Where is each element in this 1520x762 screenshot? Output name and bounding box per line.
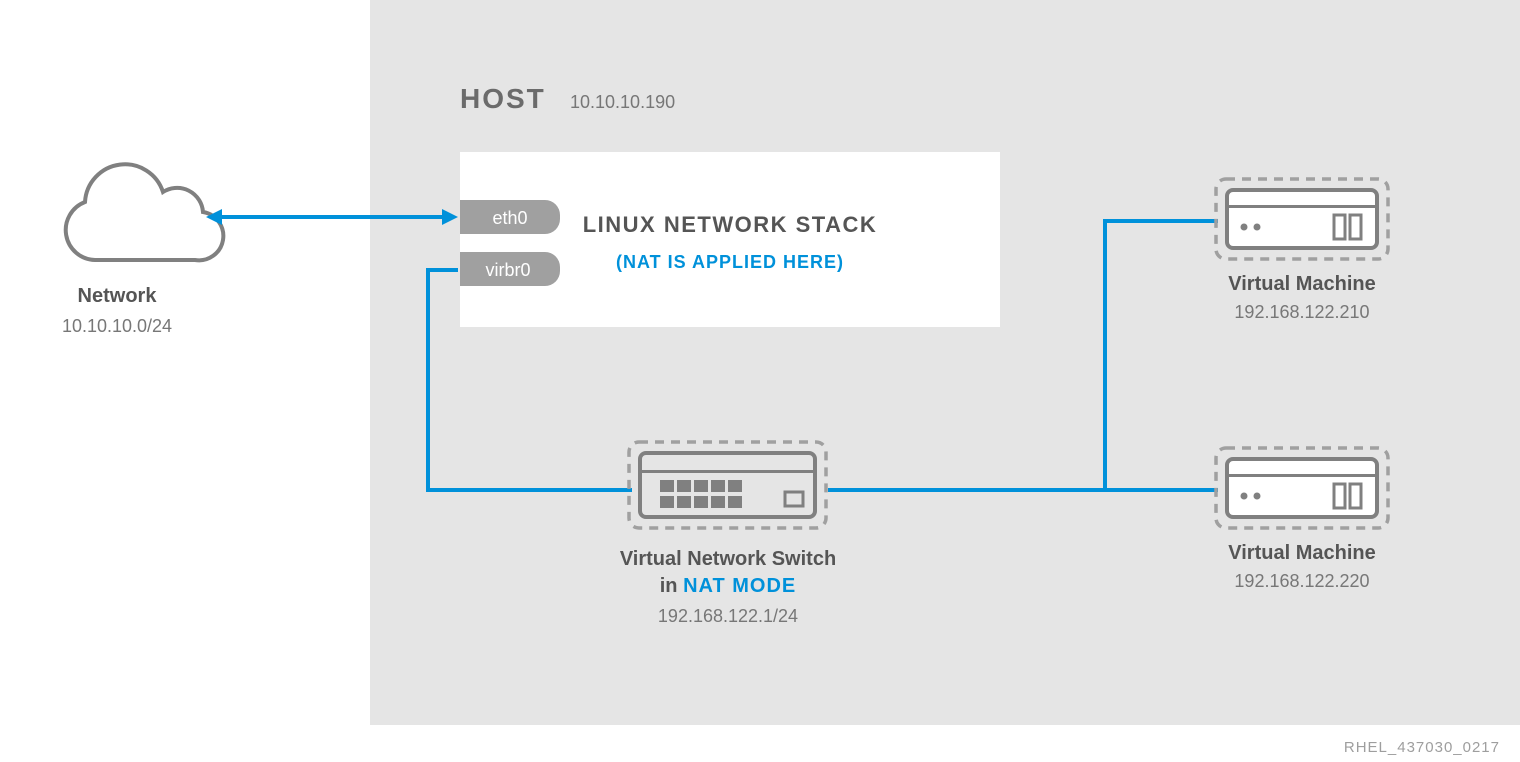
switch-mode: NAT MODE	[683, 575, 796, 597]
network-cidr: 10.10.10.0/24	[62, 316, 172, 336]
vm2-icon	[1216, 448, 1388, 528]
footer-id: RHEL_437030_0217	[1344, 739, 1500, 756]
virbr0-pill: virbr0	[460, 252, 560, 286]
linux-stack-box	[460, 152, 1000, 327]
host-title: HOST	[460, 83, 546, 114]
vm1-label: Virtual Machine	[1228, 273, 1375, 295]
vm2-ip: 192.168.122.220	[1234, 571, 1369, 591]
nat-applied-note: (NAT IS APPLIED HERE)	[616, 252, 844, 272]
eth0-label: eth0	[492, 208, 527, 228]
linux-stack-title: LINUX NETWORK STACK	[583, 212, 878, 237]
switch-label-1: Virtual Network Switch	[620, 548, 836, 570]
vm1-icon	[1216, 179, 1388, 259]
switch-in: in	[660, 575, 683, 597]
eth0-pill: eth0	[460, 200, 560, 234]
host-ip: 10.10.10.190	[570, 92, 675, 112]
nat-diagram: HOST 10.10.10.190 LINUX NETWORK STACK (N…	[0, 0, 1520, 762]
vm1-ip: 192.168.122.210	[1234, 302, 1369, 322]
switch-label-2: in NAT MODE	[660, 575, 797, 597]
cloud-icon	[66, 164, 224, 260]
vm2-label: Virtual Machine	[1228, 542, 1375, 564]
switch-ip: 192.168.122.1/24	[658, 606, 798, 626]
virbr0-label: virbr0	[485, 260, 530, 280]
network-label: Network	[78, 285, 158, 307]
